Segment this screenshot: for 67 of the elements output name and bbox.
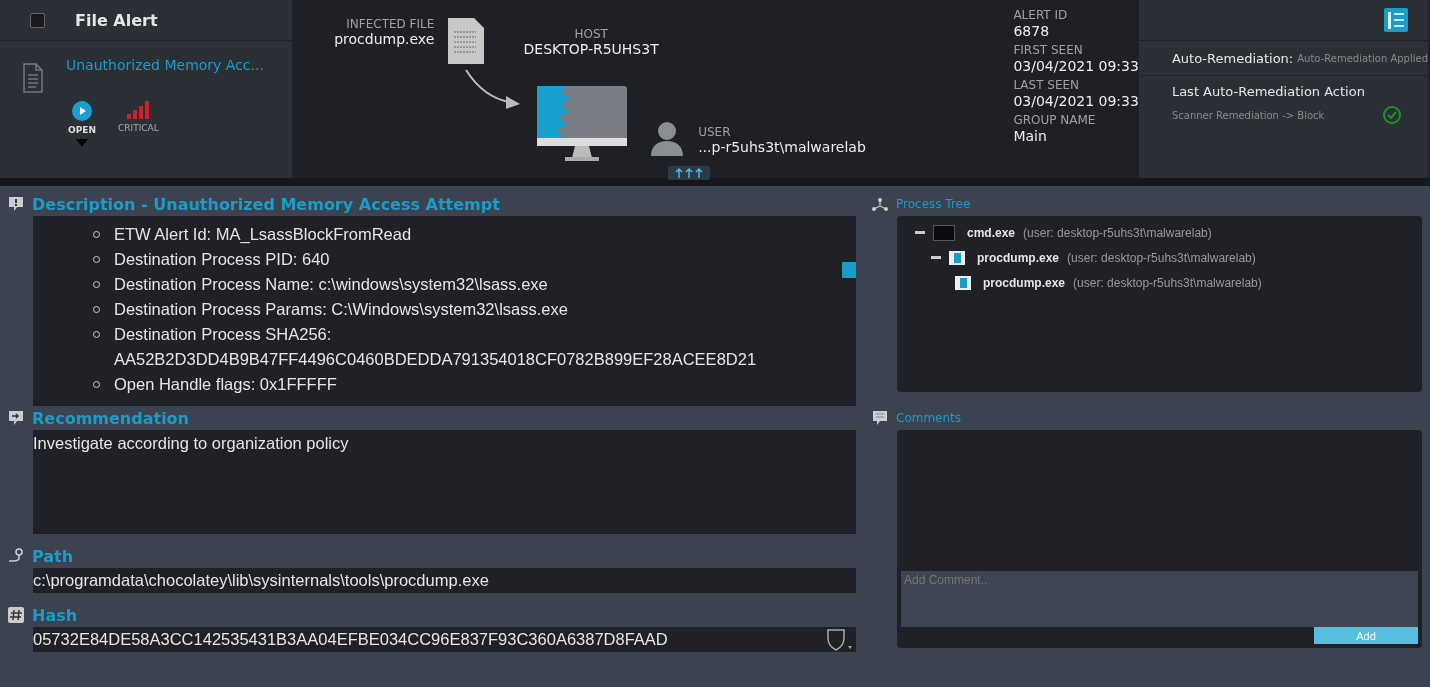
meta-label: GROUP NAME	[1013, 113, 1097, 127]
last-action-title: Last Auto-Remediation Action	[1171, 84, 1366, 99]
description-item: Destination Process PID: 640	[114, 249, 330, 270]
hash-value: 05732E84DE58A3CC142535431B3AA04EFBE034CC96E837F93C360A6387D8FAAD	[33, 630, 668, 649]
process-name[interactable]: procdump.exe	[983, 275, 1066, 290]
meta-value: Main	[1013, 128, 1048, 144]
collapse-toggle[interactable]	[915, 231, 925, 234]
expand-arrows-icon[interactable]	[668, 166, 711, 180]
application-icon	[955, 275, 971, 290]
description-item: Destination Process SHA256: AA52B2D3DD4B9B47FF4496C0460BDEDDA791354018CF0782B899EF28ACEE8D21	[114, 324, 758, 370]
path-value: c:\programdata\chocolatey\lib\sysinternals\tools\procdump.exe	[33, 571, 489, 590]
host-label: HOST	[573, 27, 609, 41]
section-title: Recommendation	[32, 408, 189, 428]
comment-bubble-icon	[872, 410, 888, 426]
status-label: OPEN	[68, 125, 96, 135]
severity-label: CRITICAL	[117, 123, 159, 133]
infected-file-name: procdump.exe	[334, 31, 435, 47]
description-item: Destination Process Params: C:\Windows\system32\lsass.exe	[114, 299, 568, 320]
user-silhouette-icon	[649, 120, 686, 156]
recommendation-bubble-icon	[8, 410, 24, 426]
terminal-window-icon	[933, 224, 955, 241]
route-icon	[8, 548, 24, 564]
document-icon	[22, 63, 44, 93]
infected-monitor-icon	[537, 86, 628, 162]
shield-icon[interactable]	[824, 627, 852, 652]
checkbox[interactable]	[30, 12, 45, 28]
section-title: Process Tree	[896, 197, 971, 211]
alert-name-link[interactable]: Unauthorized Memory Acc...	[66, 57, 264, 73]
checklist-icon[interactable]	[1384, 8, 1408, 32]
tree-nodes-icon	[872, 197, 888, 211]
scrollbar-thumb[interactable]	[842, 262, 856, 278]
comment-input[interactable]: Add Comment..	[901, 571, 1418, 627]
process-user: (user: desktop-r5uhs3t\malwarelab)	[1067, 250, 1256, 265]
process-user: (user: desktop-r5uhs3t\malwarelab)	[1073, 275, 1262, 290]
collapse-toggle[interactable]	[931, 256, 941, 259]
file-icon	[448, 18, 485, 64]
section-title: Path	[32, 546, 74, 566]
meta-value: 6878	[1013, 23, 1051, 39]
check-circle-icon	[1382, 105, 1402, 125]
user-name: ...p-r5uhs3t\malwarelab	[698, 139, 866, 155]
process-name[interactable]: procdump.exe	[977, 250, 1060, 265]
process-name[interactable]: cmd.exe	[967, 225, 1016, 240]
hash-icon	[8, 607, 24, 623]
meta-value: 03/04/2021 09:33	[1013, 58, 1139, 74]
section-title: Hash	[32, 605, 78, 625]
description-item: Destination Process Name: c:\windows\system32\lsass.exe	[114, 274, 548, 295]
meta-value: 03/04/2021 09:33	[1013, 93, 1139, 109]
infected-file-label: INFECTED FILE	[345, 17, 435, 31]
auto-remediation-value: Auto-Remediation Applied	[1297, 52, 1428, 64]
host-name: DESKTOP-R5UHS3T	[522, 41, 660, 57]
info-bubble-icon	[8, 196, 24, 212]
severity-bars-icon	[127, 101, 150, 119]
section-title: Comments	[896, 411, 962, 425]
meta-label: FIRST SEEN	[1013, 43, 1084, 57]
section-title: Description - Unauthorized Memory Access Attempt	[32, 194, 500, 214]
meta-label: LAST SEEN	[1013, 78, 1081, 92]
play-icon	[71, 101, 92, 121]
user-label: USER	[698, 125, 732, 139]
recommendation-text: Investigate according to organization policy	[33, 433, 350, 453]
process-user: (user: desktop-r5uhs3t\malwarelab)	[1023, 225, 1212, 240]
description-item: ETW Alert Id: MA_LsassBlockFromRead	[114, 224, 412, 245]
meta-label: ALERT ID	[1013, 8, 1069, 22]
alert-type-title: File Alert	[75, 10, 158, 30]
application-icon	[949, 250, 965, 265]
last-action-value: Scanner Remediation -> Block	[1171, 109, 1325, 121]
auto-remediation-label: Auto-Remediation:	[1171, 50, 1294, 66]
description-item: Open Handle flags: 0x1FFFFF	[114, 374, 337, 395]
